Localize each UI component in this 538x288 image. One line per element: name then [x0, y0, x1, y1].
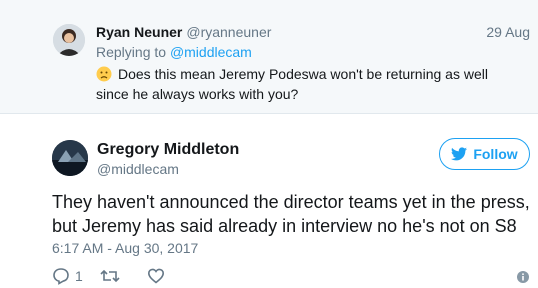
tweet-text-content: Does this mean Jeremy Podeswa won't be r…: [96, 66, 488, 102]
retweet-button[interactable]: [100, 267, 120, 285]
author-handle[interactable]: @ryanneuner: [186, 24, 271, 40]
tweet-text: Does this mean Jeremy Podeswa won't be r…: [96, 64, 516, 104]
tweet-timestamp[interactable]: 6:17 AM - Aug 30, 2017: [52, 240, 198, 256]
reply-button[interactable]: 1: [52, 267, 83, 285]
author-handle[interactable]: @middlecam: [97, 161, 179, 177]
author-name[interactable]: Ryan Neuner @ryanneuner: [96, 24, 271, 40]
follow-label: Follow: [473, 146, 518, 162]
follow-button[interactable]: Follow: [439, 138, 530, 170]
replying-prefix: Replying to: [96, 44, 167, 60]
frowning-face-icon: [96, 66, 112, 82]
parent-tweet[interactable]: Ryan Neuner @ryanneuner 29 Aug Replying t…: [0, 0, 538, 114]
bird-icon: [451, 147, 468, 161]
like-button[interactable]: [147, 267, 165, 285]
tweet-actions: 1: [52, 266, 165, 286]
reply-count: 1: [75, 268, 83, 284]
more-info-button[interactable]: [517, 270, 529, 288]
reply-icon: [53, 268, 69, 285]
replying-handle-link[interactable]: @middlecam: [170, 44, 252, 60]
author-display-name[interactable]: Ryan Neuner: [96, 24, 182, 40]
retweet-icon: [100, 269, 120, 283]
more-icon: [517, 271, 529, 283]
avatar[interactable]: [53, 24, 85, 56]
avatar[interactable]: [52, 140, 88, 176]
like-icon: [147, 268, 164, 284]
replying-to: Replying to @middlecam: [96, 44, 252, 60]
tweet-date[interactable]: 29 Aug: [486, 24, 530, 40]
tweet-text: They haven't announced the director team…: [52, 192, 530, 236]
author-display-name[interactable]: Gregory Middleton: [97, 141, 239, 159]
